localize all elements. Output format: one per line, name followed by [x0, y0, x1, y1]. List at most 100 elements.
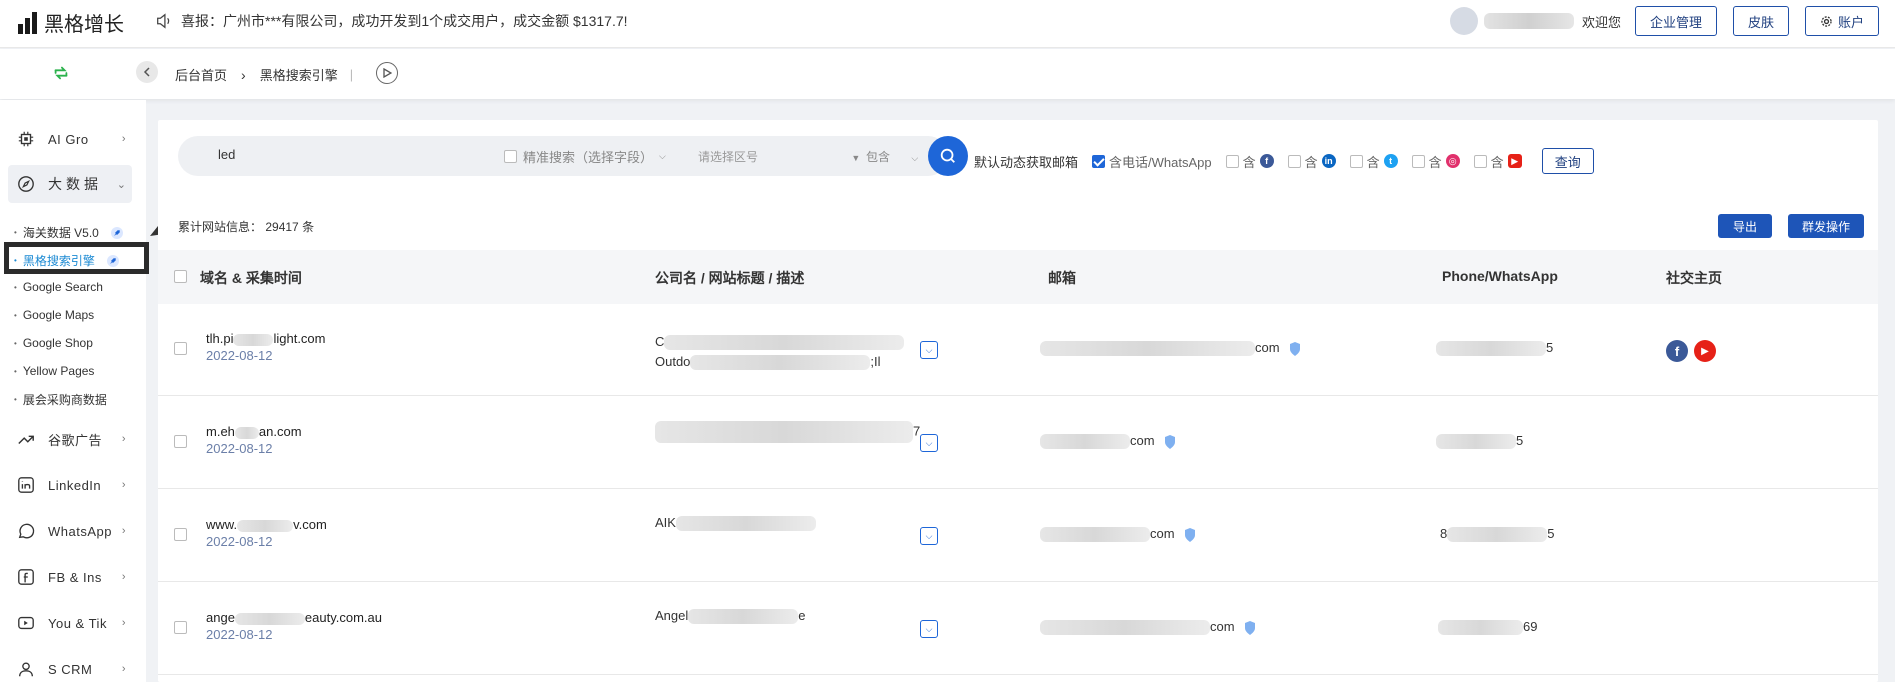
row-email[interactable]: com — [1040, 433, 1177, 450]
header-company[interactable]: 公司名 / 网站标题 / 描述 — [655, 268, 804, 288]
row-domain[interactable]: www. v.com — [206, 517, 327, 532]
opt-youtube[interactable]: 含 ▶ — [1473, 152, 1522, 171]
youtube-icon: ▶ — [1507, 154, 1522, 168]
row-phone[interactable]: 69 — [1438, 619, 1537, 636]
rocket-icon — [110, 226, 123, 239]
filter-options: 默认动态获取邮箱 含电话/WhatsApp 含f 含 in 含t 含 ◎ 含 ▶ 查询 — [974, 148, 1594, 174]
sidebar-sub-google-search[interactable]: Google Search — [14, 280, 103, 294]
row-email[interactable]: com — [1040, 340, 1302, 357]
instagram-icon: ◎ — [1445, 154, 1460, 168]
logo[interactable]: 黑格增长 — [18, 8, 124, 37]
sidebar-item-label: LinkedIn — [48, 477, 102, 493]
youtube-checkbox[interactable] — [1473, 154, 1487, 168]
row-company: AIK — [655, 515, 816, 532]
precise-checkbox[interactable] — [504, 150, 517, 163]
top-bar: 黑格增长 喜报：广州市***有限公司，成功开发到1个成交用户，成交金额 $131… — [0, 0, 1895, 48]
chevron-right-icon: › — [121, 479, 126, 491]
avatar[interactable] — [1449, 7, 1478, 35]
row-domain[interactable]: m.eh an.com — [206, 424, 302, 439]
twitter-checkbox[interactable] — [1349, 154, 1363, 168]
header-email[interactable]: 邮箱 — [1048, 268, 1076, 288]
expand-button[interactable]: ⌵ — [920, 620, 938, 638]
sub-label: Google Shop — [22, 336, 93, 350]
chevron-right-icon: › — [121, 525, 126, 537]
opt-facebook[interactable]: 含f — [1225, 152, 1274, 171]
enterprise-button[interactable]: 企业管理 — [1634, 6, 1717, 36]
play-tutorial-button[interactable] — [376, 62, 398, 84]
row-email[interactable]: com — [1040, 619, 1257, 636]
header-social[interactable]: 社交主页 — [1666, 268, 1722, 288]
expand-button[interactable]: ⌵ — [920, 527, 938, 545]
facebook-icon: f — [1259, 154, 1274, 168]
row-date: 2022-08-12 — [206, 348, 273, 363]
youtube-icon[interactable]: ▶ — [1694, 340, 1716, 362]
sidebar-sub-exhibition[interactable]: 展会采购商数据 — [14, 391, 107, 408]
sidebar-item-you-tik[interactable]: You & Tik › — [8, 604, 132, 642]
opt-phone[interactable]: 含电话/WhatsApp — [1092, 152, 1212, 171]
expand-button[interactable]: ⌵ — [920, 434, 938, 452]
account-button[interactable]: 账户 — [1804, 6, 1879, 36]
sidebar-item-fb-ins[interactable]: FB & Ins › — [8, 558, 132, 596]
phone-head: 8 — [1440, 526, 1448, 541]
opt-linkedin[interactable]: 含 in — [1287, 152, 1336, 171]
sidebar-item-s-crm[interactable]: S CRM › — [8, 650, 132, 682]
facebook-checkbox[interactable] — [1225, 154, 1239, 168]
row-social: f ▶ — [1666, 340, 1716, 362]
breadcrumb-divider: | — [349, 67, 354, 82]
sidebar-sub-yellow-pages[interactable]: Yellow Pages — [14, 364, 95, 378]
header-phone[interactable]: Phone/WhatsApp — [1442, 268, 1558, 284]
sidebar-item-linkedin[interactable]: LinkedIn › — [8, 466, 132, 504]
refresh-icon[interactable] — [52, 64, 70, 82]
expand-button[interactable]: ⌵ — [920, 341, 938, 359]
table-row: www. v.com 2022-08-12 AIK ⌵ com 85 — [158, 490, 1878, 582]
domain-tail: eauty.com.au — [304, 610, 383, 625]
facebook-icon[interactable]: f — [1666, 340, 1688, 362]
select-all-checkbox[interactable] — [174, 270, 187, 283]
precise-search-toggle[interactable]: 精准搜索（选择字段） ⌵ — [504, 147, 666, 166]
verified-shield-icon — [1184, 527, 1195, 542]
row-checkbox[interactable] — [174, 342, 187, 355]
row-phone[interactable]: 5 — [1436, 340, 1553, 357]
sidebar-item-big-data[interactable]: 大数据 ⌄ — [8, 165, 132, 203]
opt-label: 含 — [1304, 154, 1318, 170]
skin-button[interactable]: 皮肤 — [1732, 6, 1789, 36]
search-button[interactable] — [928, 136, 968, 176]
opt-label: 含 — [1366, 154, 1380, 170]
sidebar-item-whatsapp[interactable]: WhatsApp › — [8, 512, 132, 550]
blurred-text — [237, 519, 294, 532]
blurred-text — [1040, 620, 1210, 636]
linkedin-checkbox[interactable] — [1287, 154, 1301, 168]
row-domain[interactable]: tlh.pi light.com — [206, 331, 326, 346]
row-phone[interactable]: 85 — [1440, 526, 1554, 543]
blurred-text — [1447, 527, 1548, 543]
blurred-text — [1436, 434, 1516, 450]
breadcrumb-home[interactable]: 后台首页 — [175, 65, 227, 84]
row-phone[interactable]: 5 — [1436, 433, 1523, 450]
row-checkbox[interactable] — [174, 528, 187, 541]
export-button[interactable]: 导出 — [1718, 214, 1772, 238]
row-email[interactable]: com — [1040, 526, 1197, 543]
header-domain[interactable]: 域名 & 采集时间 — [200, 268, 302, 288]
instagram-checkbox[interactable] — [1411, 154, 1425, 168]
sidebar-sub-google-shop[interactable]: Google Shop — [14, 336, 93, 350]
phone-checkbox[interactable] — [1092, 154, 1106, 168]
match-mode-select[interactable]: 包含 ⌵ — [866, 148, 918, 165]
chevron-right-icon: › — [121, 133, 126, 145]
sidebar-item-google-ads[interactable]: 谷歌广告 › — [8, 420, 132, 458]
collapse-sidebar-button[interactable] — [136, 61, 158, 83]
row-domain[interactable]: ange eauty.com.au — [206, 610, 382, 625]
sidebar-sub-customs[interactable]: 海关数据 V5.0 — [14, 224, 123, 241]
region-select[interactable]: 请选择区号 ▼ — [698, 148, 860, 165]
row-company: C Outdo ;Il — [655, 332, 905, 372]
row-checkbox[interactable] — [174, 435, 187, 448]
search-input[interactable] — [218, 147, 418, 162]
mass-action-button[interactable]: 群发操作 — [1788, 214, 1864, 238]
opt-twitter[interactable]: 含t — [1349, 152, 1398, 171]
sidebar-item-ai-gro[interactable]: AI Gro › — [8, 120, 132, 158]
opt-instagram[interactable]: 含 ◎ — [1411, 152, 1460, 171]
row-checkbox[interactable] — [174, 621, 187, 634]
sidebar-item-label: You & Tik — [48, 615, 107, 631]
query-button[interactable]: 查询 — [1541, 148, 1594, 174]
sidebar-sub-google-maps[interactable]: Google Maps — [14, 308, 94, 322]
blurred-text — [688, 609, 799, 625]
